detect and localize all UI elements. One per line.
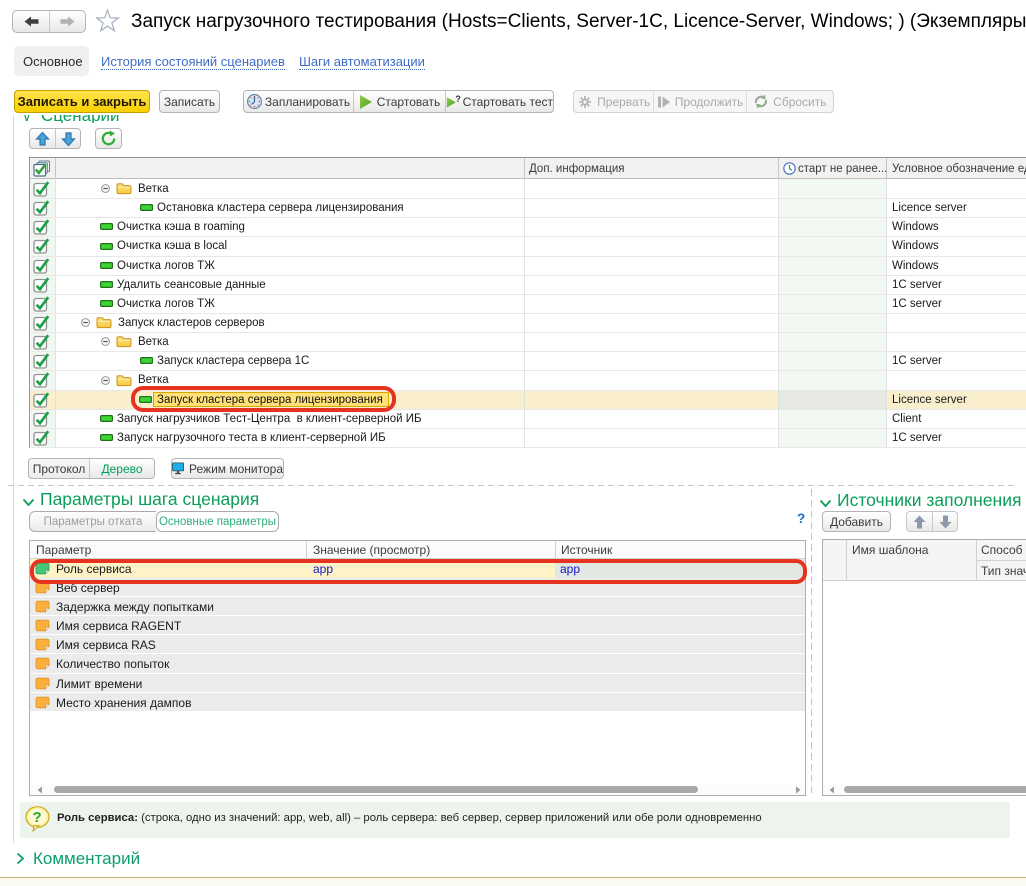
- svg-text:?: ?: [455, 94, 460, 104]
- svg-text:?: ?: [33, 809, 42, 826]
